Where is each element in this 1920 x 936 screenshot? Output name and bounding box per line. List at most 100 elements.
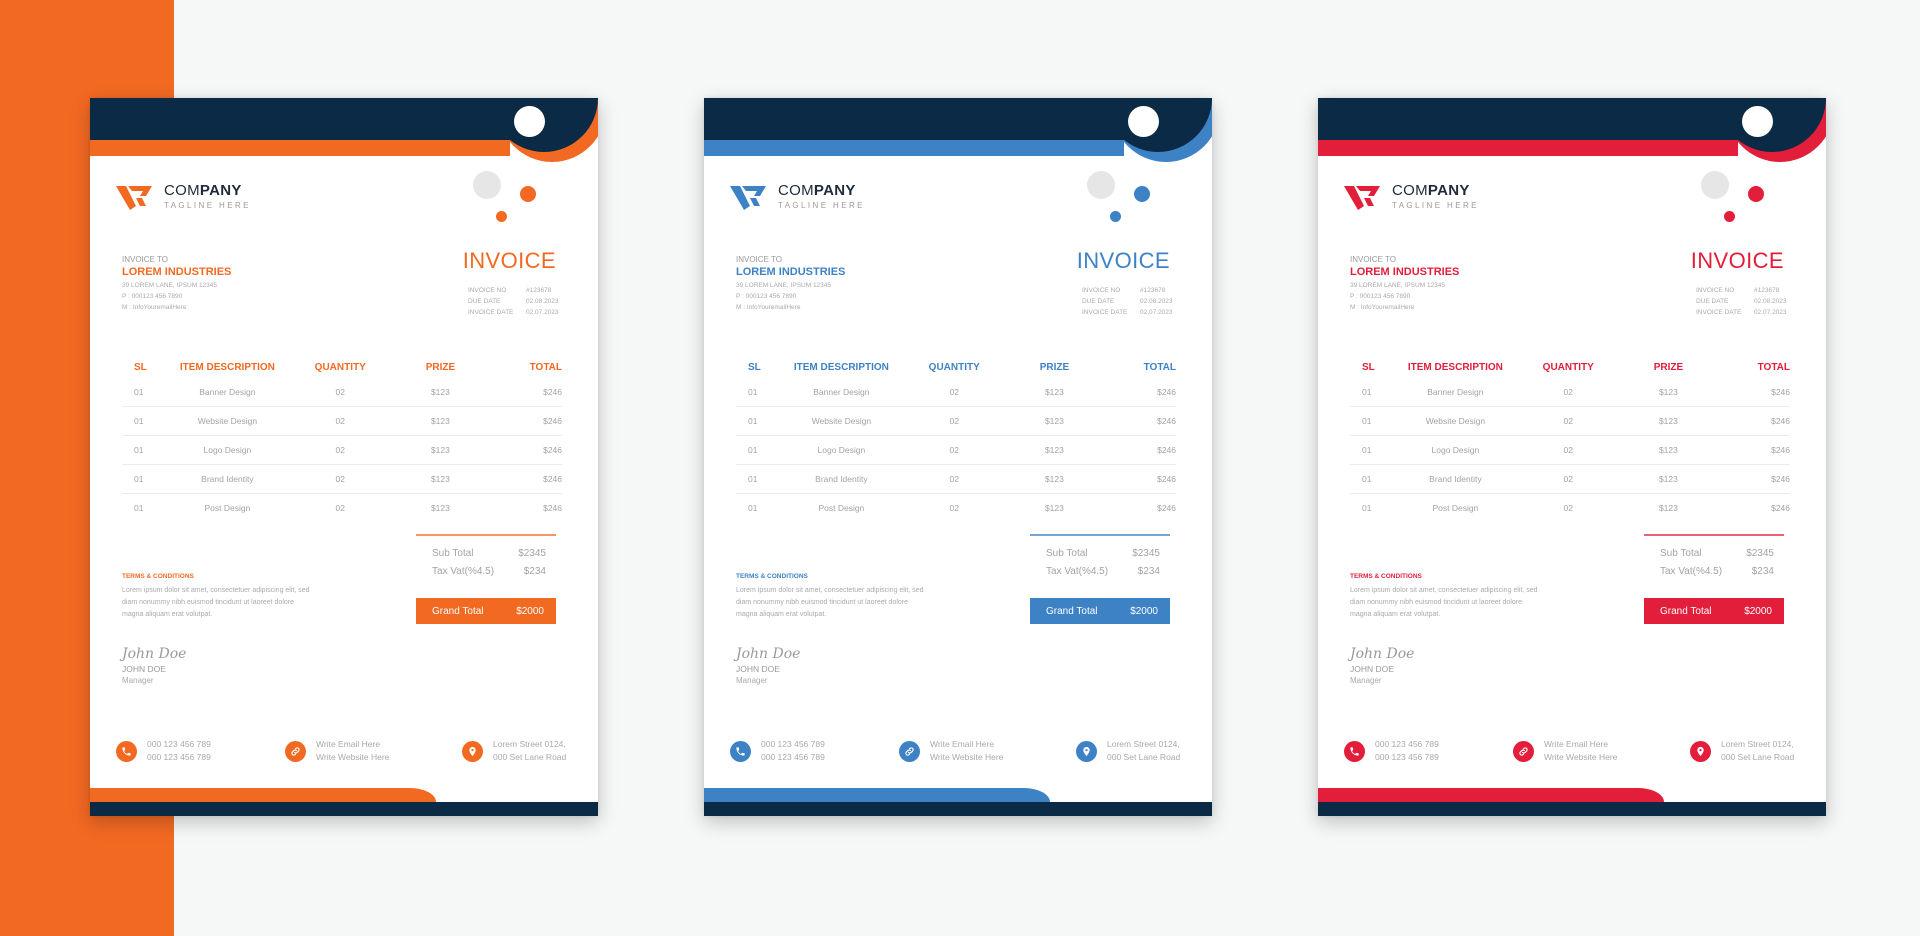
table-cell: Banner Design: [1427, 387, 1484, 397]
table-cell: Brand Identity: [1429, 474, 1482, 484]
bill-to-label: INVOICE TO: [122, 255, 168, 264]
table-cell: $123: [430, 503, 450, 513]
contact-web: Write Email Here Write Website Here: [285, 738, 389, 764]
table-cell: Logo Design: [203, 445, 252, 455]
invoice-meta-row: INVOICE DATE 02.07.2023: [1696, 309, 1787, 316]
items-table: SL ITEM DESCRIPTION QUANTITY PRIZE TOTAL…: [122, 356, 562, 522]
signature: John Doe: [1350, 646, 1415, 662]
totals: Sub Total $2345 Tax Vat(%4.5) $234: [1046, 548, 1160, 584]
table-row: 01 Logo Design 02 $123 $246: [122, 436, 562, 465]
client-email: M : InfoYouremailHere: [1350, 304, 1415, 311]
table-cell: 01: [748, 387, 758, 397]
location-pin-icon: [462, 740, 483, 762]
signer-name: JOHN DOE: [122, 664, 166, 674]
contact-phone: 000 123 456 789 000 123 456 789: [1344, 738, 1439, 764]
contact-address: Lorem Street 0124, 000 Set Lane Road: [462, 738, 566, 764]
invoice-meta-row: DUE DATE 02.08.2023: [1082, 298, 1173, 305]
header-white-dot: [1128, 106, 1159, 137]
invoice-title: INVOICE: [462, 248, 556, 273]
company-tagline: TAGLINE HERE: [1392, 201, 1479, 210]
decor-accent-circle: [520, 186, 536, 202]
table-cell: $246: [1157, 416, 1177, 426]
decor-accent-dot: [1724, 211, 1735, 222]
table-cell: $246: [1771, 387, 1791, 397]
terms-title: TERMS & CONDITIONS: [122, 573, 194, 580]
totals: Sub Total $2345 Tax Vat(%4.5) $234: [432, 548, 546, 584]
company-name: COMPANY: [1392, 182, 1470, 199]
table-cell: 02: [335, 416, 345, 426]
signature-block: John Doe JOHN DOE Manager: [736, 646, 800, 685]
table-cell: 02: [1563, 503, 1573, 513]
table-cell: 02: [1563, 416, 1573, 426]
decor-grey-circle: [1701, 171, 1729, 199]
table-cell: Website Design: [1425, 416, 1486, 426]
table-cell: $246: [1157, 503, 1177, 513]
table-row: 01 Post Design 02 $123 $246: [736, 494, 1176, 522]
decor-accent-circle: [1748, 186, 1764, 202]
invoice-meta-row: DUE DATE 02.08.2023: [1696, 298, 1787, 305]
decor-accent-dot: [496, 211, 507, 222]
table-cell: $123: [430, 445, 450, 455]
grand-total: Grand Total $2000: [1644, 598, 1784, 624]
company-name: COMPANY: [778, 182, 856, 199]
company-name: COMPANY: [164, 182, 242, 199]
table-cell: 01: [748, 474, 758, 484]
invoice-sheet-red: COMPANY TAGLINE HERE INVOICE TO LOREM IN…: [1318, 98, 1826, 816]
header-white-dot: [514, 106, 545, 137]
terms-text: Lorem ipsum dolor sit amet, consectetuer…: [1350, 587, 1538, 618]
table-cell: Brand Identity: [815, 474, 868, 484]
header-white-dot: [1742, 106, 1773, 137]
invoice-meta-row: INVOICE DATE 02.07.2023: [1082, 309, 1173, 316]
table-cell: $246: [543, 474, 563, 484]
client-address: 39 LOREM LANE, IPSUM 12345: [122, 282, 218, 289]
items-table: SL ITEM DESCRIPTION QUANTITY PRIZE TOTAL…: [1350, 356, 1790, 522]
company-logo-icon: [116, 186, 152, 210]
table-cell: Website Design: [811, 416, 872, 426]
table-body: 01 Banner Design 02 $123 $246 01 Website Desig…: [122, 378, 562, 522]
table-cell: $246: [1157, 445, 1177, 455]
location-pin-icon: [1076, 740, 1097, 762]
company-logo: COMPANY TAGLINE HERE: [730, 182, 865, 210]
table-cell: $123: [1044, 416, 1064, 426]
table-cell: Post Design: [818, 503, 865, 513]
bill-to: INVOICE TO LOREM INDUSTRIES 39 LOREM LAN…: [736, 255, 845, 311]
company-logo-icon: [730, 186, 766, 210]
table-cell: $246: [543, 387, 563, 397]
table-cell: $123: [430, 416, 450, 426]
table-row: 01 Brand Identity 02 $123 $246: [122, 465, 562, 494]
table-row: 01 Post Design 02 $123 $246: [122, 494, 562, 522]
table-cell: 01: [134, 474, 144, 484]
totals-divider: [1644, 534, 1784, 536]
company-tagline: TAGLINE HERE: [778, 201, 865, 210]
table-cell: $246: [543, 416, 563, 426]
table-cell: 02: [335, 445, 345, 455]
table-cell: 02: [1563, 387, 1573, 397]
table-cell: $123: [1658, 445, 1678, 455]
sub-total-row: Sub Total $2345: [1046, 548, 1160, 559]
invoice-meta-row: INVOICE NO #123678: [1082, 287, 1166, 294]
table-cell: $123: [1658, 474, 1678, 484]
table-cell: $123: [1658, 416, 1678, 426]
table-cell: 01: [134, 416, 144, 426]
contact-phone: 000 123 456 789 000 123 456 789: [116, 738, 211, 764]
terms-and-conditions: TERMS & CONDITIONS Lorem ipsum dolor sit…: [1350, 573, 1540, 621]
terms-text: Lorem ipsum dolor sit amet, consectetuer…: [736, 587, 924, 618]
signer-role: Manager: [122, 676, 154, 685]
signer-name: JOHN DOE: [736, 664, 780, 674]
header-dark-band: [1318, 98, 1748, 140]
table-body: 01 Banner Design 02 $123 $246 01 Website Desig…: [1350, 378, 1790, 522]
table-cell: $246: [543, 503, 563, 513]
table-cell: $123: [1658, 503, 1678, 513]
grand-total: Grand Total $2000: [1030, 598, 1170, 624]
table-cell: 02: [949, 503, 959, 513]
totals-divider: [1030, 534, 1170, 536]
table-cell: $123: [1044, 474, 1064, 484]
table-cell: $123: [1044, 445, 1064, 455]
table-cell: 02: [335, 474, 345, 484]
client-address: 39 LOREM LANE, IPSUM 12345: [1350, 282, 1446, 289]
signature-block: John Doe JOHN DOE Manager: [122, 646, 186, 685]
items-table: SL ITEM DESCRIPTION QUANTITY PRIZE TOTAL…: [736, 356, 1176, 522]
table-header: SL ITEM DESCRIPTION QUANTITY PRIZE TOTAL: [134, 361, 563, 373]
table-cell: $246: [1157, 387, 1177, 397]
client-phone: P : 000123 456 7890: [122, 293, 183, 300]
